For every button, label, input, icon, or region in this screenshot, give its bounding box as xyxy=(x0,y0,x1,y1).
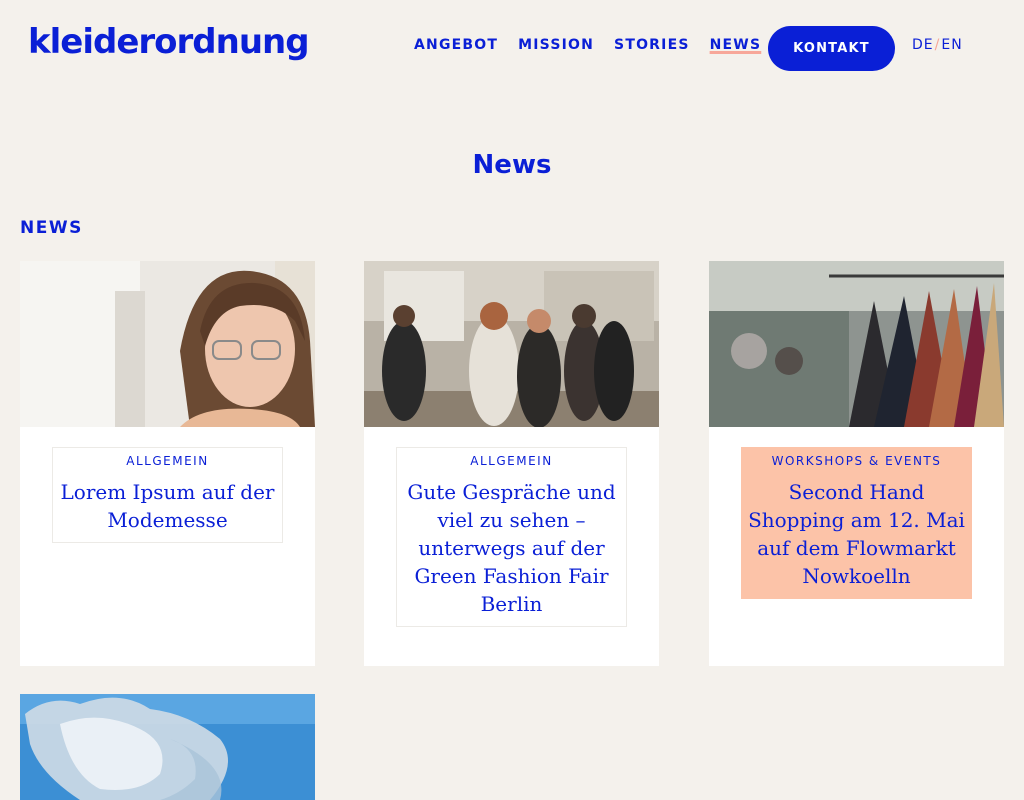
page-title: News xyxy=(472,150,552,180)
nav-item-news[interactable]: NEWS xyxy=(710,37,762,53)
card-title[interactable]: Lorem Ipsum auf der Modemesse xyxy=(57,478,278,534)
language-switcher: DE/EN xyxy=(912,37,963,53)
nav-item-stories[interactable]: STORIES xyxy=(614,37,690,53)
section-label: NEWS xyxy=(20,218,83,238)
card-category[interactable]: ALLGEMEIN xyxy=(57,454,278,468)
lang-en[interactable]: EN xyxy=(941,37,962,53)
card-category[interactable]: ALLGEMEIN xyxy=(401,454,622,468)
kontakt-button[interactable]: KONTAKT xyxy=(768,26,895,71)
main-nav: ANGEBOT MISSION STORIES NEWS xyxy=(414,37,761,53)
card-title[interactable]: Gute Gespräche und viel zu sehen – unter… xyxy=(401,478,622,618)
news-card[interactable]: WORKSHOPS & EVENTS Second Hand Shopping … xyxy=(709,261,1004,666)
card-meta: ALLGEMEIN Lorem Ipsum auf der Modemesse xyxy=(52,447,283,543)
nav-item-mission[interactable]: MISSION xyxy=(518,37,594,53)
news-card[interactable] xyxy=(20,694,315,800)
card-meta: ALLGEMEIN Gute Gespräche und viel zu seh… xyxy=(396,447,627,627)
card-image[interactable] xyxy=(364,261,659,427)
card-meta: WORKSHOPS & EVENTS Second Hand Shopping … xyxy=(741,447,972,599)
card-image[interactable] xyxy=(20,694,315,800)
site-logo[interactable]: kleiderordnung xyxy=(28,22,310,62)
site-header: kleiderordnung ANGEBOT MISSION STORIES N… xyxy=(0,0,1024,95)
card-image[interactable] xyxy=(20,261,315,427)
lang-de[interactable]: DE xyxy=(912,37,934,53)
nav-item-angebot[interactable]: ANGEBOT xyxy=(414,37,498,53)
card-title[interactable]: Second Hand Shopping am 12. Mai auf dem … xyxy=(746,478,967,590)
lang-separator: / xyxy=(934,37,941,53)
news-card[interactable]: ALLGEMEIN Lorem Ipsum auf der Modemesse xyxy=(20,261,315,666)
card-category[interactable]: WORKSHOPS & EVENTS xyxy=(746,454,967,468)
news-card[interactable]: ALLGEMEIN Gute Gespräche und viel zu seh… xyxy=(364,261,659,666)
card-image[interactable] xyxy=(709,261,1004,427)
